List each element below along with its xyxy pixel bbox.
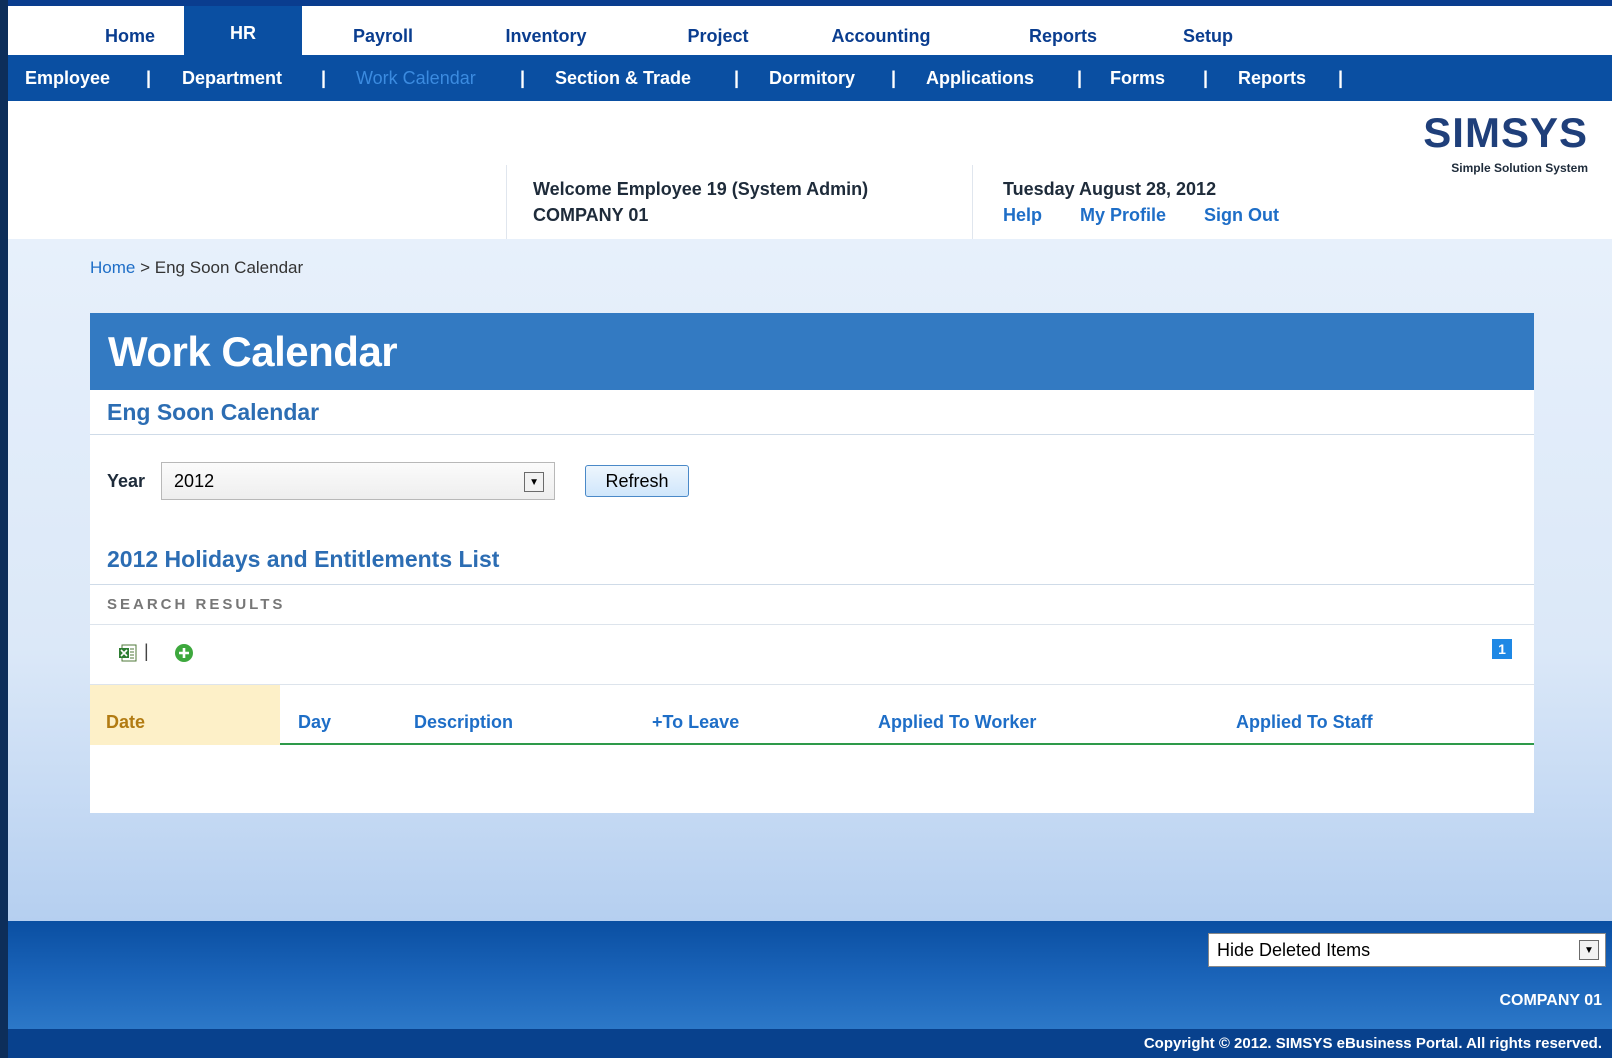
deleted-items-value: Hide Deleted Items	[1217, 939, 1371, 960]
breadcrumb: Home > Eng Soon Calendar	[90, 258, 303, 278]
deleted-items-select[interactable]: Hide Deleted Items ▼	[1208, 933, 1606, 967]
header-info: Welcome Employee 19 (System Admin) COMPA…	[8, 101, 1612, 239]
copyright: Copyright © 2012. SIMSYS eBusiness Porta…	[8, 1029, 1612, 1058]
year-label: Year	[107, 470, 146, 491]
year-select[interactable]: 2012 ▼	[161, 462, 556, 500]
subnav-separator: |	[891, 67, 897, 88]
table-header: Date Day Description +To Leave Applied T…	[90, 685, 1534, 745]
subnav-reports[interactable]: Reports	[1238, 55, 1306, 101]
select-arrow-icon[interactable]: ▼	[524, 472, 545, 492]
select-arrow-icon[interactable]: ▼	[1579, 940, 1599, 960]
column-header-description[interactable]: Description	[414, 685, 513, 745]
breadcrumb-home[interactable]: Home	[90, 258, 135, 277]
subnav-department[interactable]: Department	[182, 55, 282, 101]
main-panel: Work Calendar Eng Soon Calendar Year 201…	[90, 313, 1534, 813]
list-title: 2012 Holidays and Entitlements List	[90, 535, 1534, 585]
subnav-section-trade[interactable]: Section & Trade	[555, 55, 691, 101]
subnav-applications[interactable]: Applications	[926, 55, 1034, 101]
tab-accounting[interactable]: Accounting	[816, 12, 946, 61]
refresh-button[interactable]: Refresh	[585, 465, 690, 497]
subnav-forms[interactable]: Forms	[1110, 55, 1165, 101]
add-icon[interactable]	[174, 643, 194, 663]
calendar-name: Eng Soon Calendar	[90, 390, 1534, 435]
date-block: Tuesday August 28, 2012 Help My Profile …	[1003, 176, 1317, 228]
subnav-separator: |	[734, 67, 740, 88]
welcome-block: Welcome Employee 19 (System Admin) COMPA…	[533, 176, 868, 228]
tab-inventory[interactable]: Inventory	[486, 12, 606, 61]
subnav-separator: |	[1203, 67, 1209, 88]
column-header-day[interactable]: Day	[298, 685, 331, 745]
simsys-logo: SIMSYS Simple Solution System	[1408, 109, 1588, 176]
results-toolbar: | 1	[90, 625, 1534, 685]
breadcrumb-current: Eng Soon Calendar	[154, 258, 304, 277]
my-profile-link[interactable]: My Profile	[1080, 202, 1166, 228]
column-header-date[interactable]: Date	[90, 685, 280, 745]
tab-payroll[interactable]: Payroll	[328, 12, 438, 61]
table-body	[90, 747, 1534, 813]
logo-tagline: Simple Solution System	[1451, 161, 1588, 175]
header-divider	[506, 165, 507, 239]
top-nav: Home HR Payroll Inventory Project Accoun…	[8, 0, 1612, 61]
tab-setup[interactable]: Setup	[1158, 12, 1258, 61]
footer-company: COMPANY 01	[1499, 992, 1602, 1009]
sign-out-link[interactable]: Sign Out	[1204, 202, 1279, 228]
logo-text: SIMSYS	[1423, 109, 1588, 156]
company-name: COMPANY 01	[533, 205, 649, 225]
help-link[interactable]: Help	[1003, 202, 1042, 228]
year-select-value: 2012	[174, 470, 215, 491]
breadcrumb-separator: >	[140, 258, 151, 277]
year-filter-row: Year 2012 ▼ Refresh	[107, 462, 690, 500]
subnav-separator: |	[1077, 67, 1083, 88]
subnav-separator: |	[1338, 67, 1344, 88]
welcome-text: Welcome Employee 19 (System Admin)	[533, 179, 869, 199]
toolbar-separator: |	[144, 641, 149, 661]
page-number-button[interactable]: 1	[1492, 639, 1512, 659]
search-results-label: SEARCH RESULTS	[90, 585, 1534, 625]
left-border	[0, 0, 8, 1058]
header-divider	[972, 165, 973, 239]
subnav-separator: |	[520, 67, 526, 88]
column-header-applied-worker[interactable]: Applied To Worker	[878, 685, 1036, 745]
tab-reports[interactable]: Reports	[1008, 12, 1118, 61]
subnav-separator: |	[321, 67, 327, 88]
subnav-dormitory[interactable]: Dormitory	[769, 55, 855, 101]
tab-home[interactable]: Home	[80, 12, 180, 61]
column-header-applied-staff[interactable]: Applied To Staff	[1236, 685, 1373, 745]
page-title: Work Calendar	[90, 313, 1534, 390]
excel-export-icon[interactable]	[118, 643, 138, 663]
current-date: Tuesday August 28, 2012	[1003, 179, 1217, 199]
tab-project[interactable]: Project	[663, 12, 773, 61]
column-header-to-leave[interactable]: +To Leave	[652, 685, 739, 745]
sub-nav: Employee | Department | Work Calendar | …	[8, 55, 1612, 101]
subnav-employee[interactable]: Employee	[25, 55, 110, 101]
subnav-work-calendar[interactable]: Work Calendar	[356, 55, 476, 101]
subnav-separator: |	[146, 67, 152, 88]
tab-hr[interactable]: HR	[184, 6, 302, 61]
